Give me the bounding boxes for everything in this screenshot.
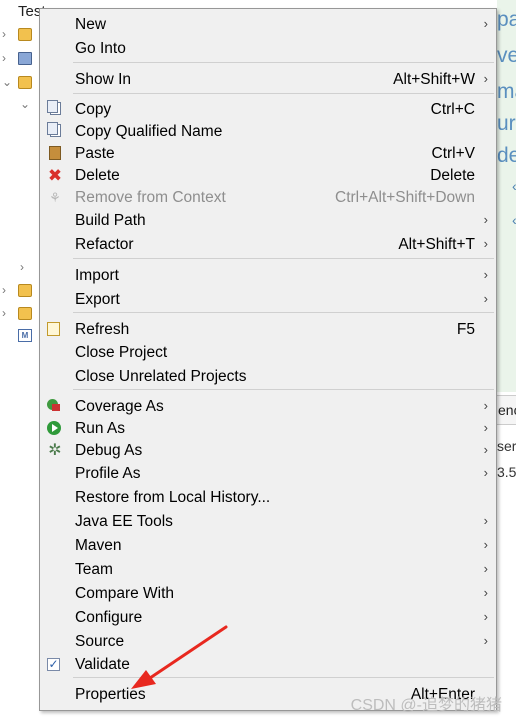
red-annotation-arrow <box>131 625 228 689</box>
watermark: CSDN @-追梦的猪猪 <box>350 697 502 714</box>
arrow-head-icon <box>131 670 156 689</box>
arrow-shaft <box>148 625 228 680</box>
